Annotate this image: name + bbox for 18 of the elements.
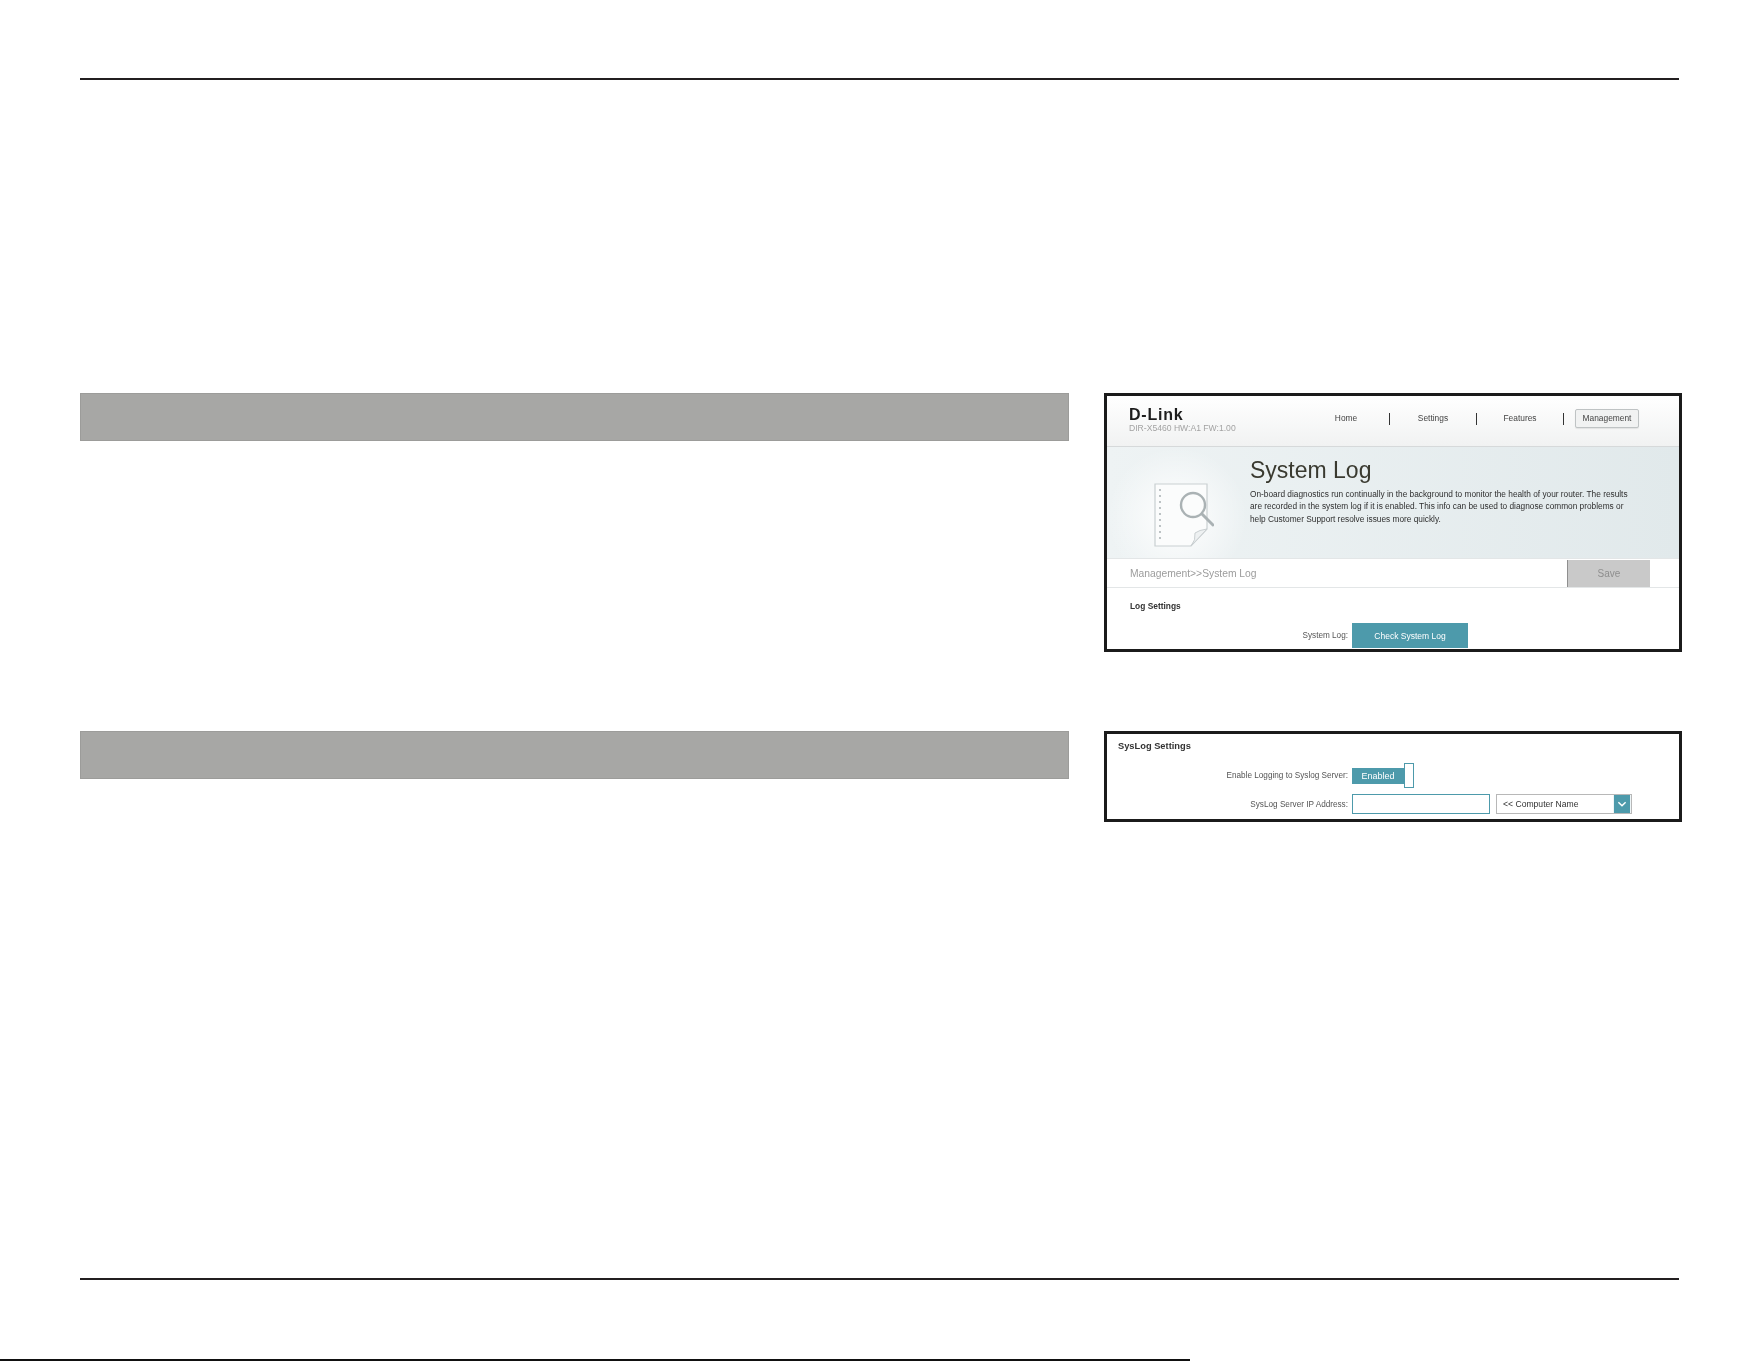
field-label: SysLog Server IP Address: <box>1250 799 1348 809</box>
page-description: On-board diagnostics run continually in the background to monitor the health of your router. The results are recorded in the system log if it is enabled. This info can be used to diagnose common problems or help Customer Support resolve issues more quickly. <box>1250 488 1629 525</box>
nav-tab[interactable]: Home <box>1326 409 1366 428</box>
page-title: System Log <box>1250 459 1373 482</box>
brand-logo: D-Link <box>1129 407 1185 423</box>
field-label: System Log: <box>1302 631 1348 640</box>
chevron-down-icon <box>1613 795 1631 813</box>
model-info: DIR-X5460 HW:A1 FW:1.00 <box>1129 423 1236 433</box>
computer-name-dropdown[interactable]: << Computer Name <box>1496 794 1632 814</box>
document-magnifier-icon <box>1154 483 1214 547</box>
section-title: Log Settings <box>1130 601 1181 612</box>
breadcrumb: Management>>System Log <box>1130 567 1257 579</box>
nav-tab[interactable]: Settings <box>1409 409 1457 428</box>
ip-address-field[interactable] <box>1352 794 1490 814</box>
nav-tab[interactable]: Features <box>1495 409 1545 428</box>
section-title: SysLog Settings <box>1118 741 1191 752</box>
field-label: Enable Logging to Syslog Server: <box>1226 771 1348 780</box>
nav-tab[interactable]: Management <box>1574 409 1640 428</box>
